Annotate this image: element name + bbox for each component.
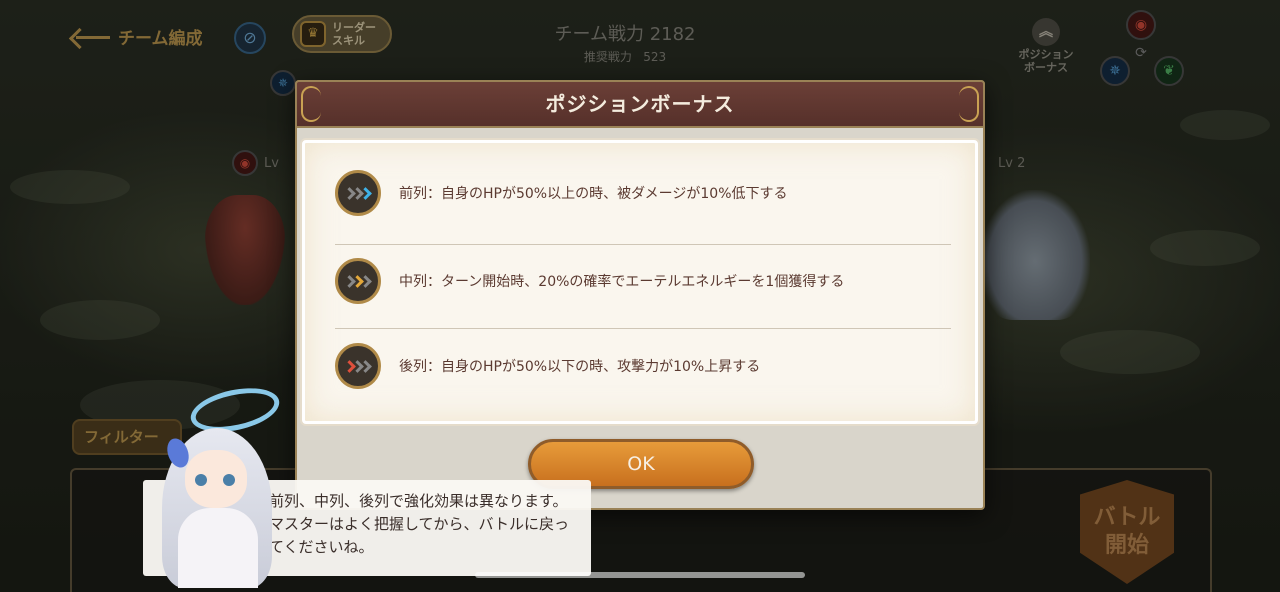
middle-row-chevron-icon xyxy=(335,258,381,304)
dialog-title: ポジションボーナス xyxy=(545,92,735,116)
middle-row-bonus: 中列：ターン開始時、20%の確率でエーテルエネルギーを1個獲得する xyxy=(335,239,951,323)
back-row-chevron-icon xyxy=(335,343,381,389)
back-row-bonus: 後列：自身のHPが50%以下の時、攻撃力が10%上昇する xyxy=(335,324,951,408)
dialog-body: 前列：自身のHPが50%以上の時、被ダメージが10%低下する 中列：ターン開始時… xyxy=(302,140,978,424)
home-indicator[interactable] xyxy=(475,572,805,578)
tutorial-speech-text: 前列、中列、後列で強化効果は異なります。マスターはよく把握してから、バトルに戻っ… xyxy=(269,492,570,556)
position-bonus-dialog: ポジションボーナス 前列：自身のHPが50%以上の時、被ダメージが10%低下する… xyxy=(295,80,985,510)
back-row-text: 後列：自身のHPが50%以下の時、攻撃力が10%上昇する xyxy=(399,359,761,375)
front-row-text: 前列：自身のHPが50%以上の時、被ダメージが10%低下する xyxy=(399,186,788,202)
front-row-chevron-icon xyxy=(335,170,381,216)
front-row-bonus: 前列：自身のHPが50%以上の時、被ダメージが10%低下する xyxy=(335,151,951,235)
ornament-icon xyxy=(301,86,321,122)
dialog-header: ポジションボーナス xyxy=(295,80,985,128)
tutorial-character xyxy=(140,381,300,588)
ornament-icon xyxy=(959,86,979,122)
middle-row-text: 中列：ターン開始時、20%の確率でエーテルエネルギーを1個獲得する xyxy=(399,274,845,290)
